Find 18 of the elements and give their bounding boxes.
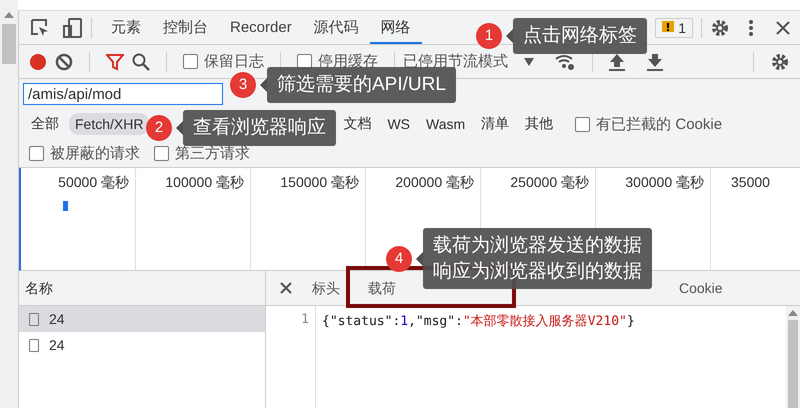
time-tick: 250000 毫秒 <box>510 174 589 190</box>
time-tick: 300000 毫秒 <box>625 174 704 190</box>
option-label: 被屏蔽的请求 <box>50 144 140 162</box>
option-label: 有已拦截的 Cookie <box>596 114 722 134</box>
callout: 查看浏览器响应 <box>183 110 336 146</box>
time-tick: 50000 毫秒 <box>58 174 129 190</box>
line-number: 1 <box>301 312 309 327</box>
callout: 点击网络标签 <box>513 18 647 54</box>
column-header: 名称 <box>25 280 53 296</box>
option-label: 保留日志 <box>204 52 264 71</box>
time-tick: 150000 毫秒 <box>280 174 359 190</box>
time-tick: 100000 毫秒 <box>165 174 244 190</box>
option-label: 第三方请求 <box>175 144 250 162</box>
time-tick: 200000 毫秒 <box>395 174 474 190</box>
callout: 筛选需要的API/URL <box>267 67 456 103</box>
callout: 载荷为浏览器发送的数据 响应为浏览器收到的数据 <box>423 228 652 290</box>
response-code: {"status":1,"msg":"本部零散接入服务器V210"} <box>322 314 635 329</box>
time-tick: 35000 <box>731 174 770 190</box>
